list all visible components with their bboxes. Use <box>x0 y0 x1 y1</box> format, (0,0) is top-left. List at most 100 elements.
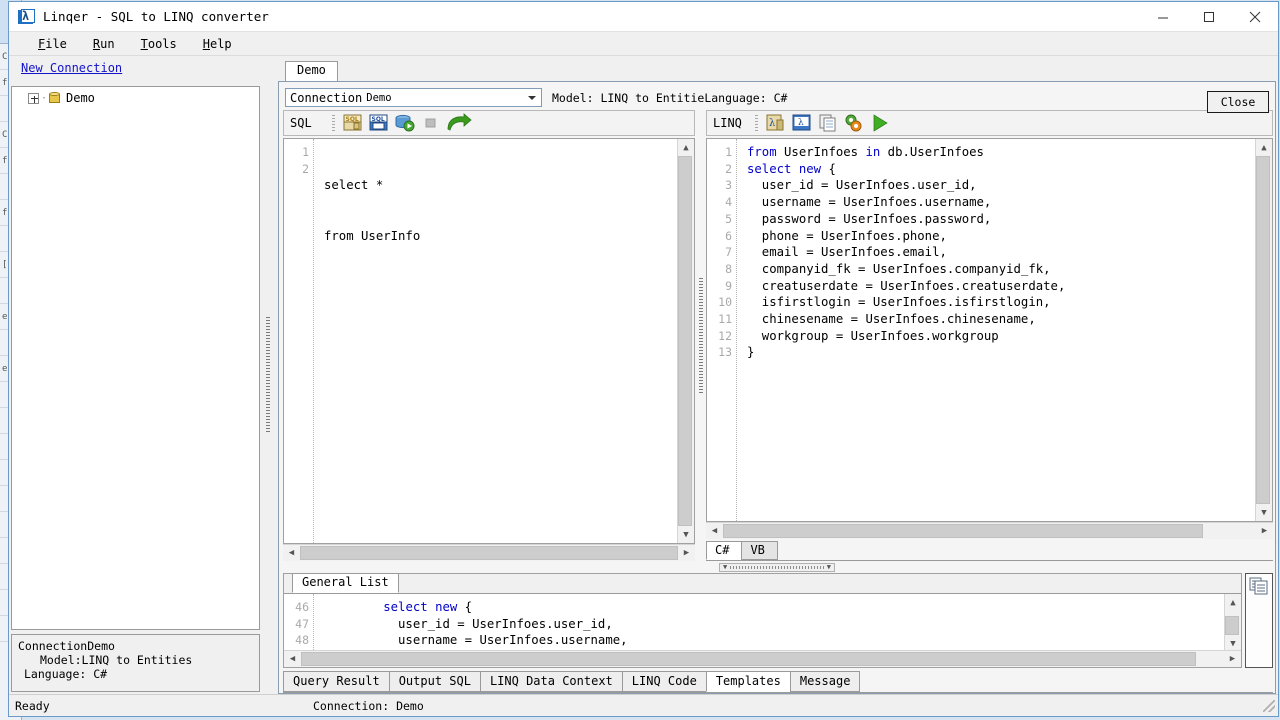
menu-item-tools[interactable]: Tools <box>128 34 190 54</box>
result-tab-templates[interactable]: Templates <box>705 671 791 692</box>
line-number: 2 <box>302 161 309 176</box>
scroll-down-icon[interactable]: ▼ <box>1225 635 1242 650</box>
scroll-thumb[interactable] <box>300 546 678 560</box>
scroll-up-icon[interactable]: ▲ <box>1225 594 1242 611</box>
linq-vertical-scrollbar[interactable]: ▲ ▼ <box>1255 139 1272 521</box>
code-text: username = UserInfoes.username, <box>747 195 992 210</box>
maximize-icon[interactable] <box>1186 2 1232 32</box>
linq-horizontal-scrollbar[interactable]: ◀ ▶ <box>706 522 1273 539</box>
line-number: 11 <box>718 312 732 327</box>
menu-item-run[interactable]: Run <box>80 34 128 54</box>
line-number: 1 <box>725 145 732 159</box>
scroll-right-icon[interactable]: ▶ <box>1256 523 1273 540</box>
menu-item-file[interactable]: File <box>25 34 80 54</box>
database-icon <box>49 91 60 105</box>
scroll-thumb[interactable] <box>723 524 1203 538</box>
code-text: UserInfoes <box>776 145 866 159</box>
language-label: Language: C# <box>704 90 788 105</box>
results-splitter[interactable]: ▼ ▼ <box>279 561 1275 573</box>
sql-code[interactable]: select * from UserInfo <box>314 139 677 543</box>
scroll-track[interactable] <box>723 523 1256 540</box>
scroll-thumb[interactable] <box>1224 616 1239 635</box>
collapse-down-icon[interactable]: ▼ <box>827 563 831 571</box>
scroll-track[interactable] <box>300 545 678 562</box>
run-icon[interactable] <box>869 113 891 133</box>
scroll-left-icon[interactable]: ◀ <box>283 545 300 562</box>
linq-line-numbers: 1 2 3 4 5 6 7 8 9 10 11 12 13 <box>707 139 737 521</box>
tab-vb[interactable]: VB <box>741 541 778 560</box>
result-tab-message[interactable]: Message <box>789 671 861 692</box>
copy-icon[interactable] <box>817 113 839 133</box>
open-sql-file-icon[interactable]: SQL <box>342 113 364 133</box>
svg-text:λ: λ <box>798 118 804 128</box>
close-icon[interactable] <box>1232 2 1278 32</box>
options-gear-icon[interactable] <box>843 113 865 133</box>
code-keyword: new <box>798 161 822 176</box>
minimize-icon[interactable] <box>1140 2 1186 32</box>
code-line: select new { <box>324 599 1224 616</box>
convert-to-linq-icon[interactable] <box>446 113 472 133</box>
chevron-down-icon[interactable] <box>528 96 536 100</box>
status-text: Ready <box>15 698 50 713</box>
new-connection-link[interactable]: New Connection <box>21 61 122 75</box>
code-text: { <box>821 161 836 176</box>
line-number: 4 <box>725 195 732 210</box>
result-tab-linq-code[interactable]: LINQ Code <box>621 671 707 692</box>
tab-general-list[interactable]: General List <box>292 573 399 593</box>
menu-item-help[interactable]: Help <box>190 34 245 54</box>
svg-text:SQL: SQL <box>346 116 359 123</box>
code-text: user_id = UserInfoes.user_id, <box>324 616 613 631</box>
result-tab-linq-data-context[interactable]: LINQ Data Context <box>479 671 623 692</box>
linq-code[interactable]: from UserInfoes in db.UserInfoes select n… <box>737 139 1255 521</box>
resize-grip-icon[interactable] <box>1263 699 1275 712</box>
save-sql-file-icon[interactable]: SQL <box>368 113 390 133</box>
sql-vertical-scrollbar[interactable]: ▲ ▼ <box>677 139 694 543</box>
execute-database-icon[interactable] <box>394 113 416 133</box>
scroll-down-icon[interactable]: ▼ <box>1256 504 1273 521</box>
close-button[interactable]: Close <box>1207 90 1269 113</box>
scroll-up-icon[interactable]: ▲ <box>678 139 695 156</box>
scroll-left-icon[interactable]: ◀ <box>706 523 723 540</box>
line-number: 1 <box>302 145 309 159</box>
connection-row: Connection Demo Model: LINQ to Entitie L… <box>279 82 1275 113</box>
expand-icon[interactable] <box>28 92 39 104</box>
template-editor[interactable]: 46 47 48 select new { user_id = UserInfoes… <box>284 594 1241 650</box>
scroll-track[interactable] <box>677 156 695 526</box>
open-linq-file-icon[interactable]: λ <box>765 113 787 133</box>
scroll-track[interactable] <box>1224 611 1242 635</box>
tab-csharp[interactable]: C# <box>706 541 743 560</box>
pane-splitter-vertical[interactable] <box>262 56 274 694</box>
scroll-left-icon[interactable]: ◀ <box>284 651 301 668</box>
save-linq-file-icon[interactable]: λ <box>791 113 813 133</box>
copy-template-icon[interactable] <box>1249 577 1269 595</box>
scroll-up-icon[interactable]: ▲ <box>1256 139 1273 156</box>
template-horizontal-scrollbar[interactable]: ◀ ▶ <box>284 650 1241 667</box>
scroll-track[interactable] <box>1255 156 1273 504</box>
tree-item-demo[interactable]: ·· Demo <box>12 87 259 105</box>
template-vertical-scrollbar[interactable]: ▲ ▼ <box>1224 594 1241 650</box>
result-tab-output-sql[interactable]: Output SQL <box>388 671 481 692</box>
connection-combo[interactable]: Connection Demo <box>285 88 542 107</box>
scroll-track[interactable] <box>301 651 1224 668</box>
collapse-up-icon[interactable]: ▼ <box>723 563 727 571</box>
linq-editor[interactable]: 1 2 3 4 5 6 7 8 9 10 11 12 13 from UserInfoes in db.… <box>706 138 1273 522</box>
scroll-thumb[interactable] <box>677 156 692 526</box>
connections-tree[interactable]: ·· Demo <box>11 86 260 630</box>
sql-horizontal-scrollbar[interactable]: ◀ ▶ <box>283 544 695 561</box>
scroll-thumb[interactable] <box>1255 156 1270 504</box>
titlebar[interactable]: λ Linqer - SQL to LINQ converter <box>9 2 1278 32</box>
splitter-grip <box>698 277 703 394</box>
scroll-thumb[interactable] <box>301 652 1197 666</box>
properties-panel: ConnectionDemo Model:LINQ to Entities La… <box>11 634 260 692</box>
template-sidebar[interactable] <box>1245 573 1273 668</box>
linq-panel: LINQ λ λ 1 2 3 4 5 6 7 8 9 10 11 12 13 f… <box>706 110 1273 561</box>
editor-splitter[interactable] <box>695 110 706 561</box>
result-tab-query-result[interactable]: Query Result <box>283 671 390 692</box>
template-code[interactable]: select new { user_id = UserInfoes.user_i… <box>314 594 1224 650</box>
tab-demo[interactable]: Demo <box>285 61 338 81</box>
scroll-right-icon[interactable]: ▶ <box>678 545 695 562</box>
scroll-right-icon[interactable]: ▶ <box>1224 651 1241 668</box>
scroll-down-icon[interactable]: ▼ <box>678 526 695 543</box>
line-number: 7 <box>725 245 732 260</box>
sql-editor[interactable]: 1 2 select * from UserInfo ▲ ▼ <box>283 138 695 544</box>
